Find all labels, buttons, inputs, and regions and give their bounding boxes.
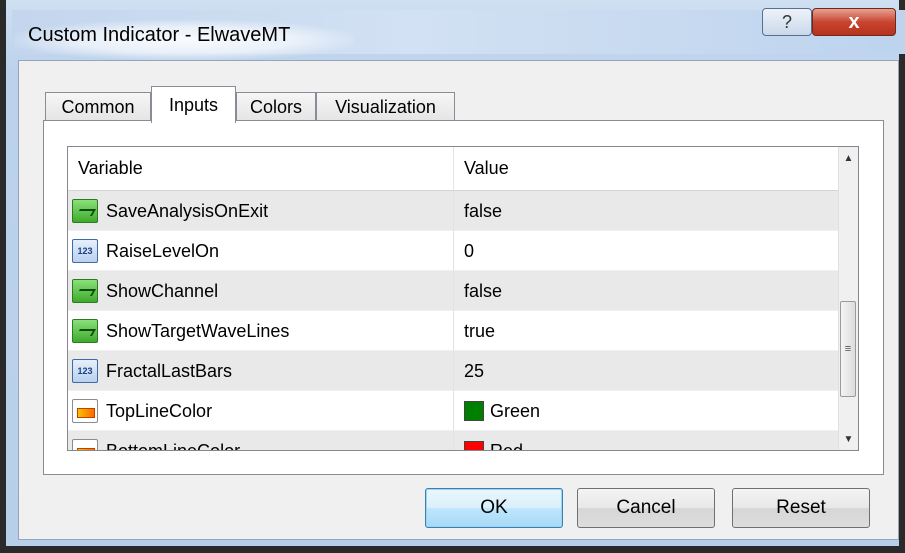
bool-icon bbox=[72, 279, 98, 303]
tab-visualization[interactable]: Visualization bbox=[316, 92, 455, 122]
value-cell[interactable]: true bbox=[454, 311, 840, 351]
variable-name: TopLineColor bbox=[106, 400, 213, 421]
table-row[interactable]: 123 FractalLastBars 25 bbox=[68, 351, 840, 391]
color-icon bbox=[72, 399, 98, 423]
window-title: Custom Indicator - ElwaveMT bbox=[28, 24, 291, 46]
value-cell[interactable]: false bbox=[454, 191, 840, 231]
cancel-button[interactable]: Cancel bbox=[577, 488, 715, 528]
color-swatch bbox=[464, 441, 484, 450]
table-row[interactable]: TopLineColor Green bbox=[68, 391, 840, 431]
variable-name: ShowTargetWaveLines bbox=[106, 320, 290, 341]
column-header-value[interactable]: Value bbox=[454, 147, 840, 190]
dialog-client-area: Common Inputs Colors Visualization Varia… bbox=[18, 60, 899, 540]
value-cell[interactable]: false bbox=[454, 271, 840, 311]
scroll-down-arrow-icon[interactable]: ▼ bbox=[839, 428, 858, 450]
inputs-grid: Variable Value SaveAnalysisOnExit false … bbox=[67, 146, 859, 451]
reset-button[interactable]: Reset bbox=[732, 488, 870, 528]
tab-inputs[interactable]: Inputs bbox=[151, 86, 236, 123]
variable-name: ShowChannel bbox=[106, 280, 219, 301]
tab-colors[interactable]: Colors bbox=[236, 92, 316, 122]
value-cell[interactable]: Green bbox=[454, 391, 840, 431]
scroll-thumb[interactable]: ≡ bbox=[840, 301, 856, 397]
int-icon: 123 bbox=[72, 359, 98, 383]
int-icon: 123 bbox=[72, 239, 98, 263]
variable-name: SaveAnalysisOnExit bbox=[106, 200, 269, 221]
table-row[interactable]: BottomLineColor Red bbox=[68, 431, 840, 451]
table-row[interactable]: ShowTargetWaveLines true bbox=[68, 311, 840, 351]
ok-button[interactable]: OK bbox=[425, 488, 563, 528]
dialog-window: Custom Indicator - ElwaveMT ? x Common I… bbox=[0, 0, 905, 553]
close-icon: x bbox=[848, 10, 860, 33]
table-row[interactable]: 123 RaiseLevelOn 0 bbox=[68, 231, 840, 271]
value-cell[interactable]: 0 bbox=[454, 231, 840, 271]
bool-icon bbox=[72, 199, 98, 223]
table-row[interactable]: SaveAnalysisOnExit false bbox=[68, 191, 840, 231]
column-header-variable[interactable]: Variable bbox=[68, 147, 454, 190]
color-icon bbox=[72, 439, 98, 450]
tab-common[interactable]: Common bbox=[45, 92, 151, 122]
variable-name: RaiseLevelOn bbox=[106, 240, 220, 261]
close-button[interactable]: x bbox=[812, 8, 896, 36]
grid-header: Variable Value bbox=[68, 147, 840, 191]
vertical-scrollbar[interactable]: ▲ ≡ ▼ bbox=[838, 147, 858, 450]
bool-icon bbox=[72, 319, 98, 343]
color-swatch bbox=[464, 401, 484, 421]
scroll-up-arrow-icon[interactable]: ▲ bbox=[839, 147, 858, 169]
grid-rows: SaveAnalysisOnExit false 123 RaiseLevelO… bbox=[68, 191, 840, 451]
inputs-tab-panel: Variable Value SaveAnalysisOnExit false … bbox=[43, 120, 884, 475]
help-button[interactable]: ? bbox=[762, 8, 812, 36]
help-icon: ? bbox=[781, 11, 792, 32]
variable-name: FractalLastBars bbox=[106, 360, 233, 381]
table-row[interactable]: ShowChannel false bbox=[68, 271, 840, 311]
value-cell[interactable]: 25 bbox=[454, 351, 840, 391]
variable-name: BottomLineColor bbox=[106, 440, 241, 451]
value-cell[interactable]: Red bbox=[454, 431, 840, 450]
